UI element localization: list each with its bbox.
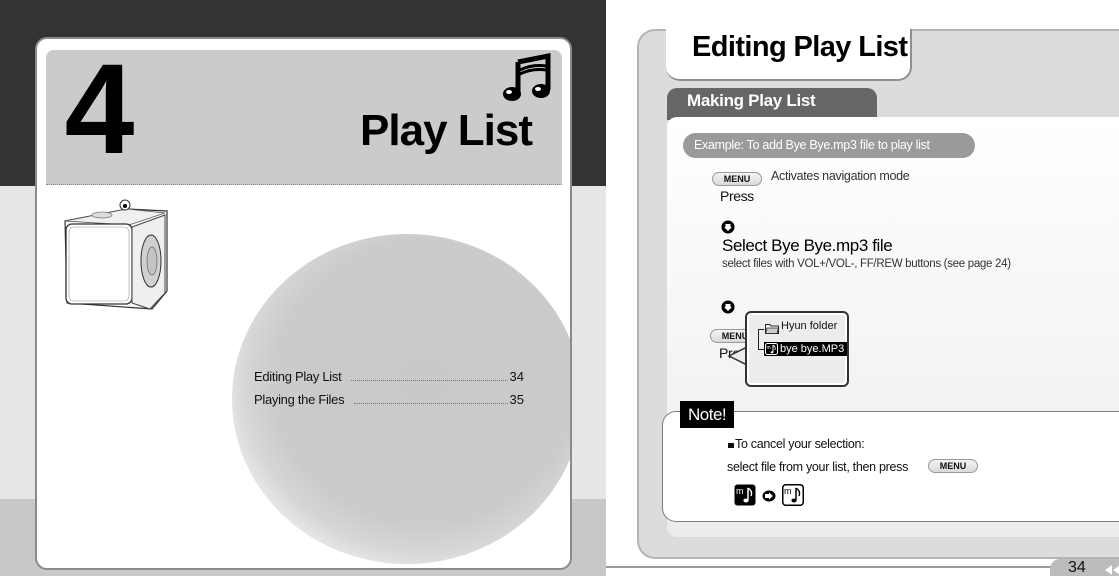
step-title: Select Bye Bye.mp3 file — [722, 236, 893, 255]
arrow-down-icon — [721, 300, 735, 314]
device-screen-preview: Hyun folder m bye bye.MP3 — [745, 311, 849, 387]
note-instruction: select file from your list, then press — [727, 460, 909, 474]
note-heading-text: To cancel your selection: — [735, 437, 865, 451]
svg-text:m: m — [784, 486, 792, 496]
svg-text:m: m — [736, 486, 744, 496]
music-notes-icon — [503, 52, 551, 101]
toc-entry-label: Editing Play List — [254, 369, 342, 384]
menu-key-icon: MENU — [712, 172, 762, 186]
note-label: Note! — [680, 401, 735, 428]
section-title: Making Play List — [687, 91, 816, 110]
example-banner: Example: To add Bye Bye.mp3 file to play… — [683, 133, 975, 158]
file-selected-icon: m — [734, 484, 756, 506]
tree-line — [758, 329, 764, 330]
chapter-header: 4 Play List — [46, 46, 562, 185]
note-heading: To cancel your selection: — [728, 437, 865, 451]
selected-file-name: bye bye.MP3 — [780, 343, 845, 355]
menu-key-icon: MENU — [928, 459, 978, 473]
folder-icon — [765, 324, 779, 334]
step-description: select files with VOL+/VOL-, FF/REW butt… — [722, 258, 1011, 270]
chapter-number: 4 — [64, 38, 135, 181]
tree-line — [758, 329, 759, 349]
arrow-right-icon — [762, 490, 776, 502]
toc-entry-page: 34 — [509, 369, 524, 384]
selected-file-row[interactable]: m bye bye.MP3 — [764, 342, 848, 356]
section-tab: Making Play List — [667, 88, 877, 120]
toc-entry[interactable]: Editing Play List 34 — [254, 369, 524, 392]
bullet-icon — [728, 443, 734, 448]
footer-rule — [606, 566, 1076, 568]
toc-leader-dots — [351, 380, 508, 381]
file-unselected-icon: m — [782, 484, 804, 506]
callout-pointer — [727, 346, 747, 366]
svg-text:m: m — [767, 345, 771, 351]
chapter-card: 4 Play List Editing Play List 34 Playing… — [35, 37, 572, 570]
step-description: Activates navigation mode — [771, 169, 910, 183]
page-title: Editing Play List — [692, 31, 908, 63]
page-number: 34 — [1068, 559, 1086, 576]
table-of-contents: Editing Play List 34 Playing the Files 3… — [254, 369, 524, 415]
press-label: Press — [720, 188, 754, 204]
chapter-title: Play List — [360, 106, 533, 155]
toc-leader-dots — [354, 403, 508, 404]
previous-page-icon[interactable] — [1102, 564, 1119, 576]
toc-entry-page: 35 — [509, 392, 524, 407]
arrow-down-icon — [721, 220, 735, 234]
instruction-page: Editing Play List Making Play List Examp… — [606, 0, 1119, 576]
chapter-cover-page: 4 Play List Editing Play List 34 Playing… — [0, 0, 606, 576]
toc-entry[interactable]: Playing the Files 35 — [254, 392, 524, 415]
music-file-icon: m — [765, 343, 778, 355]
toc-entry-label: Playing the Files — [254, 392, 345, 407]
folder-name: Hyun folder — [781, 320, 838, 332]
mp3-player-illustration — [64, 199, 168, 310]
page-title-tab: Editing Play List — [666, 29, 912, 81]
